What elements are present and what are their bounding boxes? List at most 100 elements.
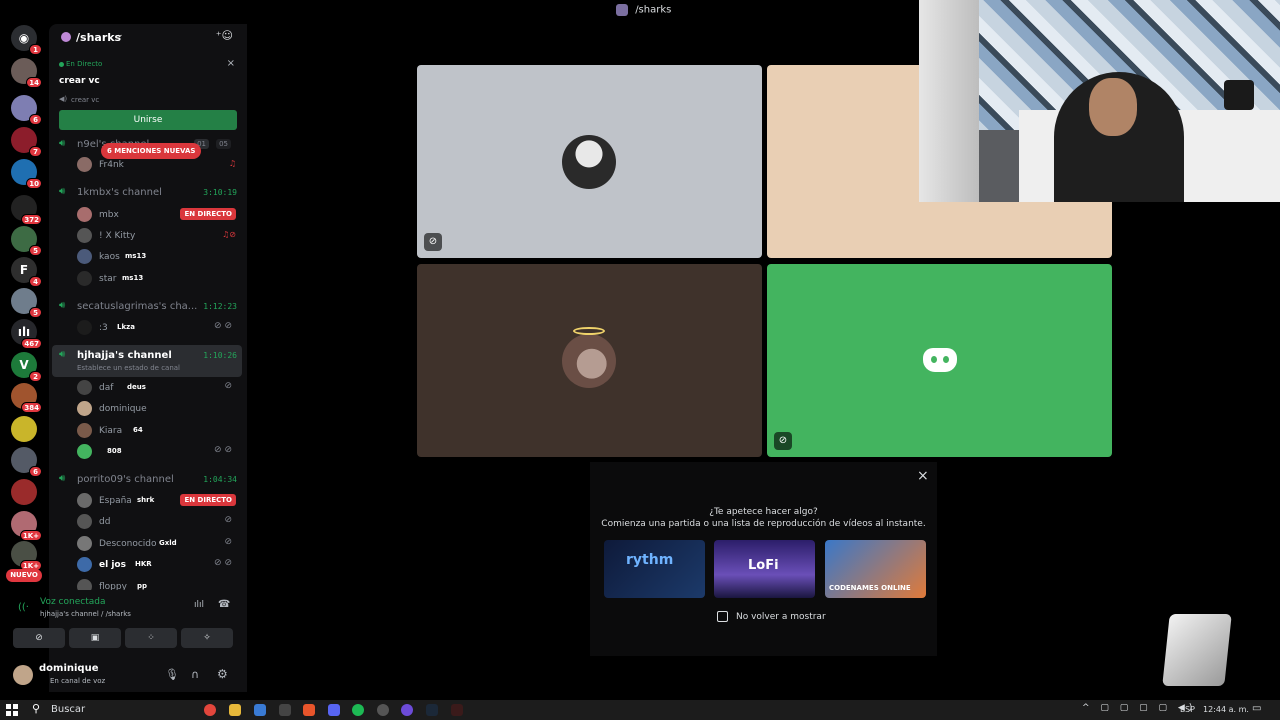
speaker-icon: 🔊︎ (59, 349, 66, 360)
avatar (77, 271, 92, 286)
activity-popup: × ¿Te apetece hacer algo? Comienza una p… (590, 462, 937, 656)
headphones-icon[interactable]: ∩ (191, 668, 199, 681)
gear-icon[interactable]: ⚙ (217, 667, 228, 681)
server-icon[interactable]: V2 (11, 352, 42, 382)
voice-channel[interactable]: 🔊︎ porrito09's channel 1:04:34 (59, 472, 239, 488)
server-icon[interactable]: 6 (11, 95, 42, 125)
voice-user[interactable]: :3 Lkza ⊘ ⊘ (77, 319, 242, 337)
signal-icon: ((· (18, 602, 29, 613)
avatar (562, 334, 616, 388)
camera-off-icon: ⊘ (774, 432, 792, 450)
server-icon[interactable]: 7 (11, 127, 42, 157)
avatar (77, 401, 92, 416)
activity-card[interactable]: CODENAMES ONLINE (825, 540, 926, 598)
voice-user[interactable]: Kiara 64 (77, 422, 242, 440)
discord-home-button[interactable]: ◉ 1 (11, 25, 42, 55)
search-icon[interactable]: ⚲ (32, 702, 40, 715)
app-icon[interactable] (451, 704, 463, 716)
join-button[interactable]: Unirse (59, 110, 237, 130)
app-icon[interactable] (254, 704, 266, 716)
screen-share-button[interactable]: ▣ (69, 628, 121, 648)
microphone-icon[interactable]: 🎙︎ (165, 668, 179, 681)
activity-card[interactable]: rythm (604, 540, 705, 598)
voice-channel[interactable]: 🔊︎ secatuslagrimas's cha... 1:12:23 (59, 299, 239, 315)
soundboard-button[interactable]: ✧ (181, 628, 233, 648)
deafened-icon: ♫ (228, 159, 236, 168)
steam-icon[interactable] (426, 704, 438, 716)
noise-suppression-icon[interactable]: ılıl (194, 600, 204, 610)
avatar (562, 135, 616, 189)
notification-icon[interactable]: ▭ (1252, 703, 1261, 714)
voice-channel[interactable]: 🔊︎ 1kmbx's channel 3:10:19 (59, 185, 239, 201)
server-icon[interactable]: ılı 467 (11, 319, 42, 349)
server-icon[interactable]: F4 (11, 257, 42, 287)
face (1089, 78, 1137, 136)
activity-card[interactable]: LoFi (714, 540, 815, 598)
server-header[interactable]: /sharks ⌄ ⁺☺ (49, 24, 247, 52)
activities-button[interactable]: ⁘ (125, 628, 177, 648)
channel-status[interactable]: Establece un estado de canal (77, 364, 180, 372)
speaker-icon: 🔊︎ (59, 300, 66, 311)
chevron-down-icon: ⌄ (116, 30, 124, 40)
add-member-icon[interactable]: ⁺☺ (216, 29, 233, 42)
muted-icon: ⊘ ⊘ (214, 321, 232, 331)
app-icon[interactable] (279, 704, 291, 716)
voice-user[interactable]: star ms13 (77, 270, 242, 288)
app-icon[interactable] (377, 704, 389, 716)
video-tile[interactable]: ⊘ (767, 264, 1112, 457)
avatar (77, 157, 92, 172)
new-badge: NUEVO (6, 569, 42, 582)
voice-user[interactable]: dd ⊘ (77, 513, 242, 531)
close-icon[interactable]: × (917, 468, 929, 484)
video-tile[interactable]: ⊘ (417, 65, 762, 258)
server-icon[interactable]: 1K+ (11, 511, 42, 541)
voice-user[interactable]: daf deus ⊘ (77, 379, 242, 397)
live-event-banner: En Directo × crear vc ◀) crear vc Unirse (49, 55, 247, 135)
window-title: /sharks (616, 4, 671, 18)
spotify-icon[interactable] (352, 704, 364, 716)
discord-icon[interactable] (328, 704, 340, 716)
camera-button[interactable]: ⊘ (13, 628, 65, 648)
voice-user[interactable]: mbx EN DIRECTO (77, 206, 242, 224)
webcam-overlay (919, 0, 1280, 202)
server-icon[interactable]: 372 (11, 195, 42, 225)
server-icon[interactable]: 6 (11, 447, 42, 477)
close-icon[interactable]: × (227, 58, 235, 69)
voice-user[interactable]: floppy pp (77, 578, 242, 590)
avatar (77, 320, 92, 335)
user-panel: dominique En canal de voz 🎙︎ ∩ ⚙ (8, 659, 242, 693)
server-icon[interactable]: 1K+ (11, 541, 42, 571)
voice-user[interactable]: Fr4nk ♫ (77, 156, 242, 174)
speaker-icon: 🔊︎ (59, 138, 66, 149)
server-icon[interactable]: 5 (11, 288, 42, 318)
voice-user[interactable]: 808 ⊘ ⊘ (77, 443, 242, 461)
avatar[interactable] (13, 665, 33, 685)
chrome-icon[interactable] (204, 704, 216, 716)
video-tile[interactable] (417, 264, 762, 457)
server-icon[interactable]: 10 (11, 159, 42, 189)
muted-icon: ⊘ (224, 515, 232, 525)
voice-user[interactable]: kaos ms13 (77, 248, 242, 266)
disconnect-icon[interactable]: ☎ (218, 599, 230, 610)
app-icon[interactable] (401, 704, 413, 716)
server-icon[interactable] (11, 479, 37, 505)
avatar (77, 228, 92, 243)
windows-start-icon[interactable] (6, 704, 18, 716)
search-box[interactable]: Buscar (51, 704, 85, 715)
halo-decoration (573, 327, 605, 335)
voice-user[interactable]: España shrk EN DIRECTO (77, 492, 242, 510)
dm-avatar[interactable]: 14 (11, 58, 42, 88)
voice-user[interactable]: dominique (77, 400, 242, 418)
voice-user[interactable]: ! X Kitty ♫⊘ (77, 227, 242, 245)
server-icon[interactable]: 384 (11, 383, 42, 413)
dont-show-checkbox[interactable] (717, 611, 728, 622)
voice-user[interactable]: Desconocido Gxld ⊘ (77, 535, 242, 553)
voice-user[interactable]: el jos HKR ⊘ ⊘ (77, 556, 242, 574)
server-icon[interactable] (11, 416, 37, 442)
voice-channel-active[interactable]: 🔊︎ hjhajja's channel 1:10:26 (59, 348, 239, 364)
speaker-icon: 🔊︎ (59, 473, 66, 484)
brave-icon[interactable] (303, 704, 315, 716)
server-icon[interactable]: 5 (11, 226, 42, 256)
voice-connection-panel: ((· Voz conectada hjhajja's channel / /s… (8, 594, 242, 654)
file-explorer-icon[interactable] (229, 704, 241, 716)
